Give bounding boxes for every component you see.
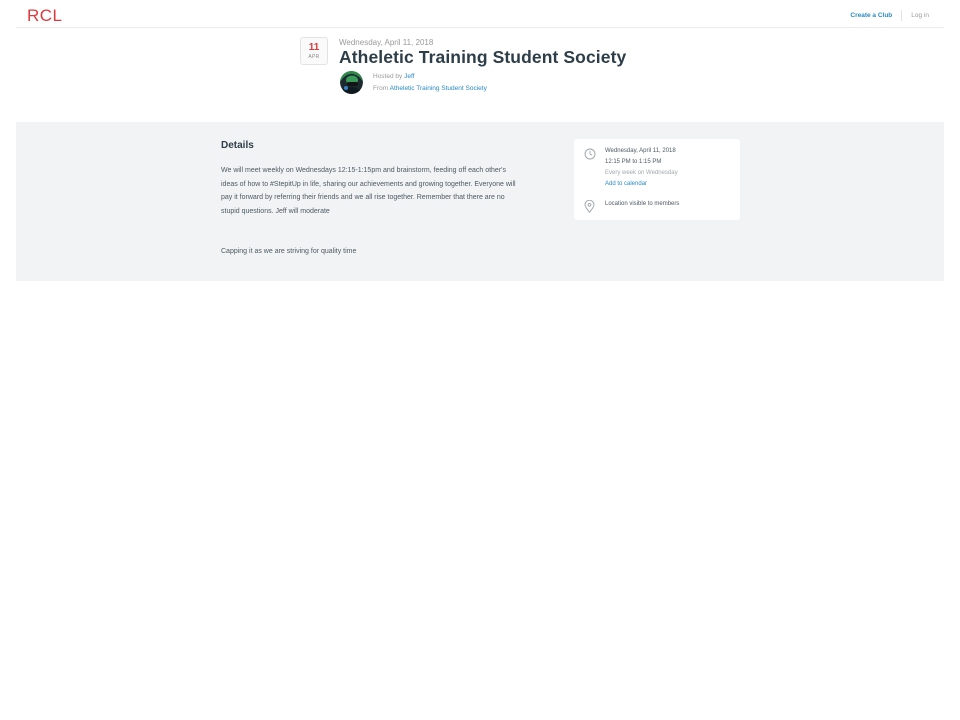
info-time: 12:15 PM to 1:15 PM bbox=[605, 159, 662, 165]
group-link[interactable]: Atheletic Training Student Society bbox=[390, 85, 487, 92]
host-avatar[interactable] bbox=[340, 71, 363, 94]
from-label: From bbox=[373, 85, 389, 92]
event-date: Wednesday, April 11, 2018 bbox=[339, 38, 434, 47]
hosted-by-label: Hosted by bbox=[373, 73, 403, 80]
details-section: Details We will meet weekly on Wednesday… bbox=[16, 122, 944, 281]
event-info-card: Wednesday, April 11, 2018 12:15 PM to 1:… bbox=[574, 139, 740, 220]
logo[interactable]: RCL bbox=[27, 6, 63, 26]
hosted-by: Hosted by Jeff bbox=[373, 73, 414, 80]
info-recurrence: Every week on Wednesday bbox=[605, 170, 678, 176]
create-club-link[interactable]: Create a Club bbox=[850, 12, 892, 19]
date-badge-day: 11 bbox=[308, 42, 320, 53]
add-to-calendar-link[interactable]: Add to calendar bbox=[605, 181, 647, 187]
nav-divider bbox=[901, 10, 903, 21]
info-date: Wednesday, April 11, 2018 bbox=[605, 148, 676, 154]
date-badge: 11 APR bbox=[300, 37, 328, 65]
login-link[interactable]: Log in bbox=[911, 12, 929, 19]
event-title: Atheletic Training Student Society bbox=[339, 47, 627, 67]
details-description: We will meet weekly on Wednesdays 12:15-… bbox=[221, 167, 516, 216]
date-badge-month: APR bbox=[308, 54, 320, 60]
from-group: From Atheletic Training Student Society bbox=[373, 85, 487, 92]
avatar-image bbox=[340, 71, 363, 94]
info-location: Location visible to members bbox=[605, 201, 680, 207]
clock-icon bbox=[584, 148, 596, 160]
event-header: 11 APR Wednesday, April 11, 2018 Athelet… bbox=[300, 36, 720, 100]
top-bar: RCL Create a Club Log in bbox=[16, 0, 944, 28]
top-nav: Create a Club Log in bbox=[850, 10, 929, 21]
host-link[interactable]: Jeff bbox=[404, 73, 414, 80]
details-heading: Details bbox=[221, 140, 254, 151]
map-pin-icon bbox=[584, 200, 595, 213]
details-note: Capping it as we are striving for qualit… bbox=[221, 248, 357, 255]
